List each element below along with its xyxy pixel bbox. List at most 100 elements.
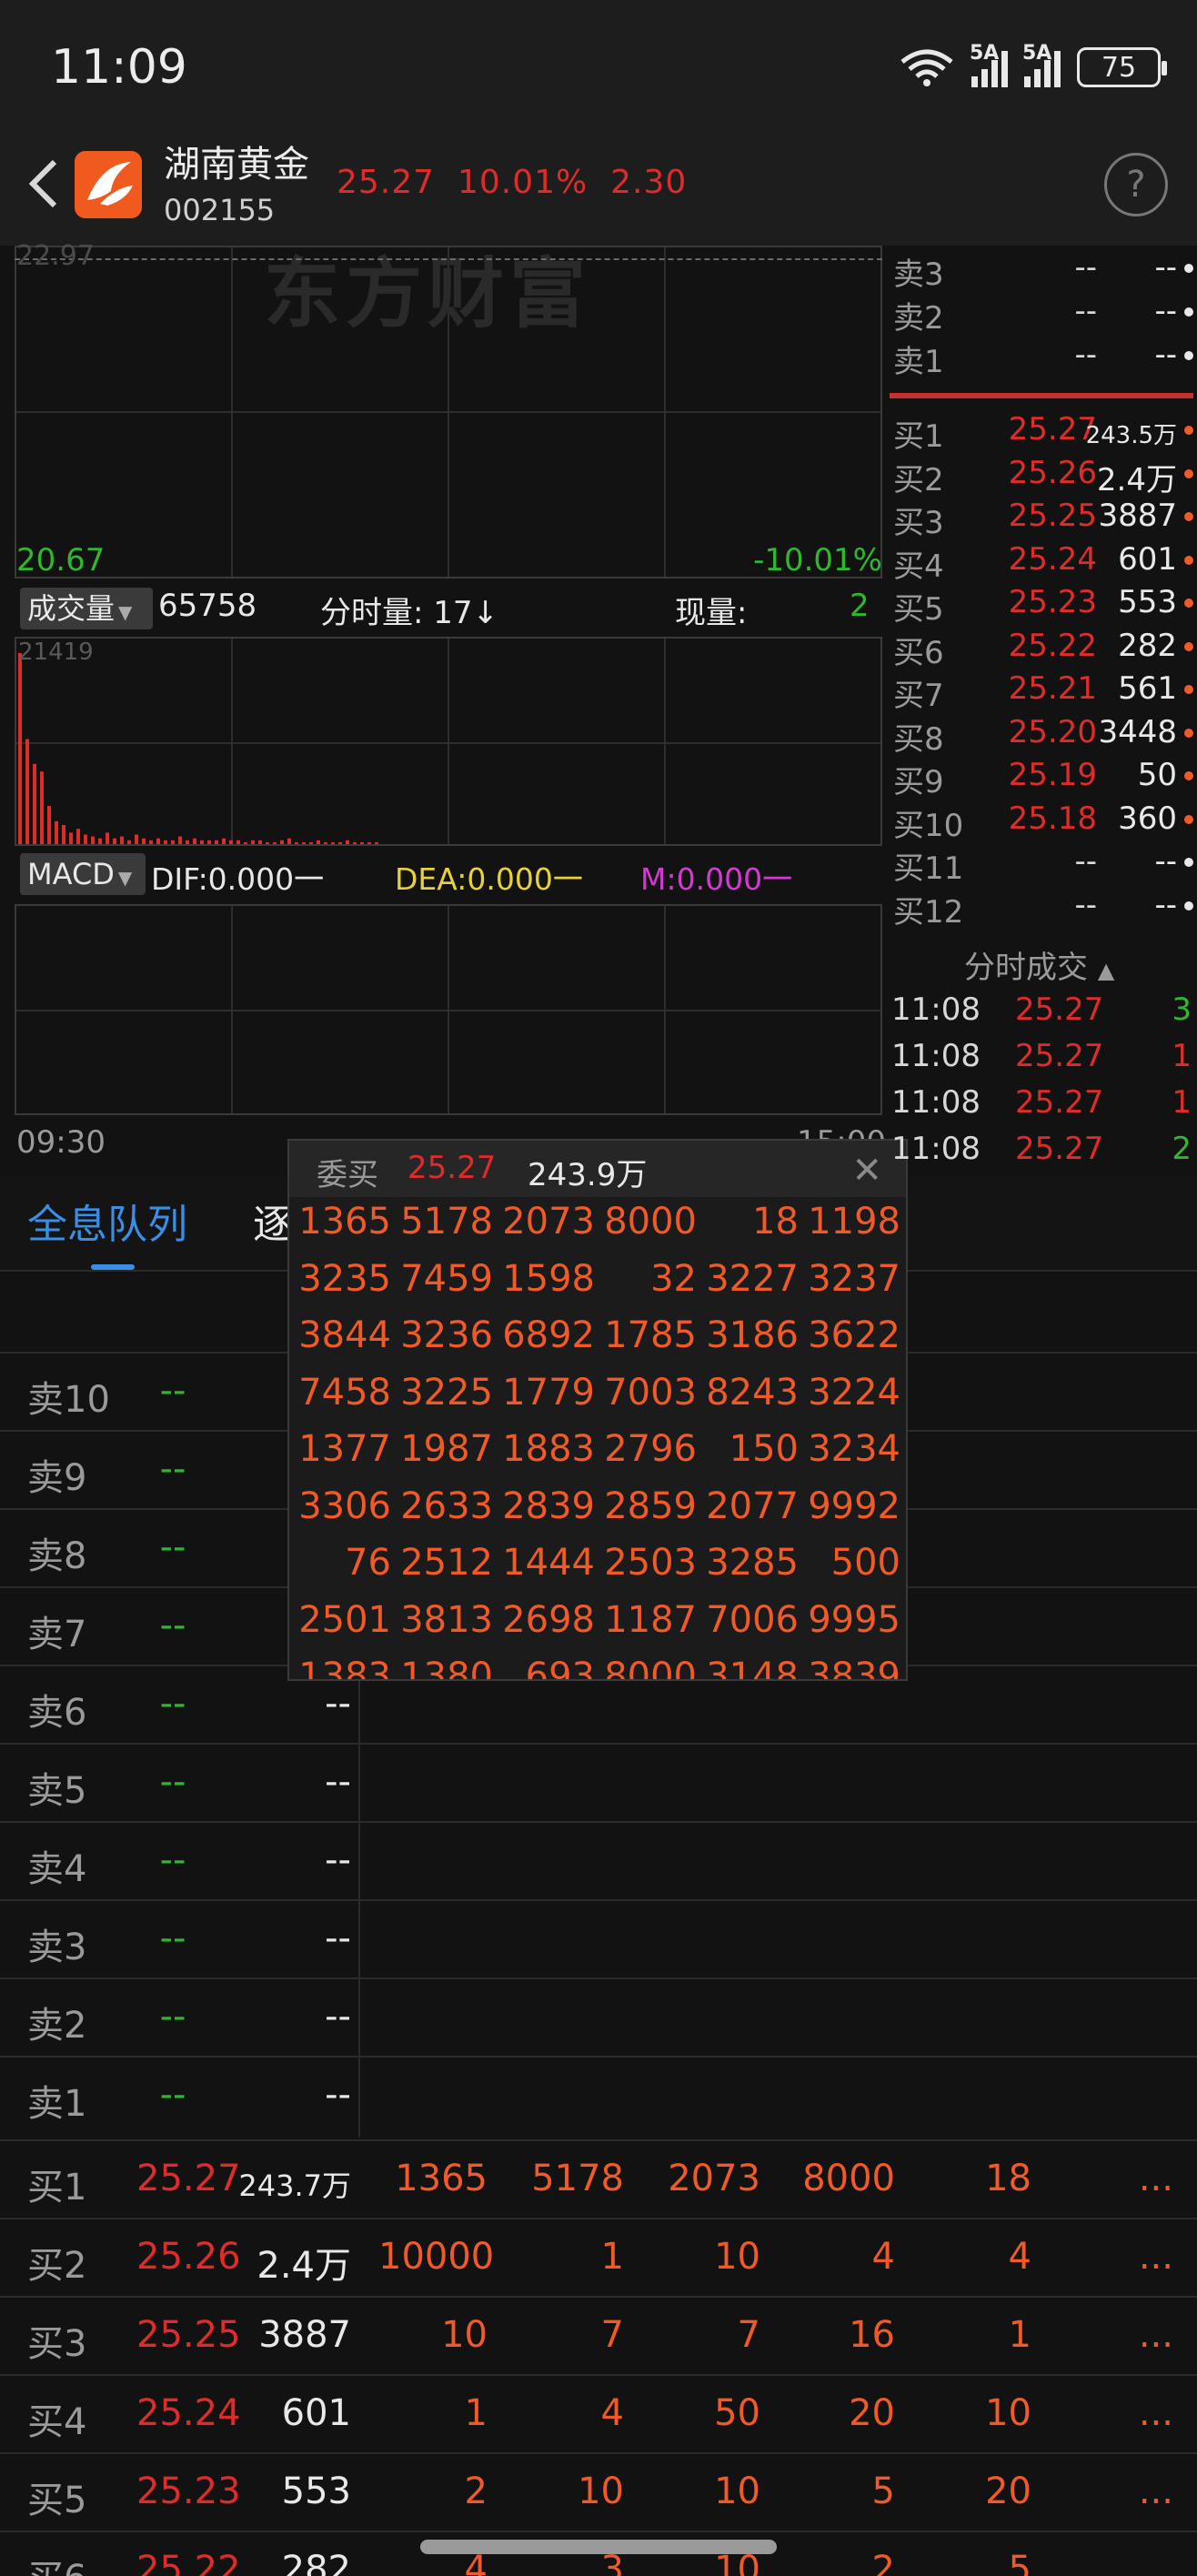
popup-order: 9995 — [808, 1598, 900, 1641]
bid-row[interactable]: 买3 25.25 3887 — [888, 494, 1197, 541]
bid-row[interactable]: 买5 25.23 553 — [888, 580, 1197, 628]
book-volume: 561 — [1118, 670, 1177, 707]
popup-order: 9992 — [808, 1484, 900, 1527]
bid-row[interactable]: 买12 -- -- — [888, 883, 1197, 931]
queue-ask-row[interactable]: 卖4 -- -- — [0, 1821, 1197, 1899]
bid-row[interactable]: 买11 -- -- — [888, 840, 1197, 887]
queue-bid-row[interactable]: 买4 25.24 601 1 4 50 20 10... — [0, 2374, 1197, 2452]
popup-order: 3306 — [298, 1484, 391, 1527]
popup-order: 6892 — [502, 1314, 595, 1356]
queue-more[interactable]: ... — [1139, 2470, 1173, 2512]
volume-bar — [149, 840, 153, 844]
queue-order: 1 — [600, 2236, 624, 2278]
volume-bar — [215, 840, 218, 844]
volume-bar — [229, 840, 233, 844]
trade-row: 11:08 25.27 3 — [891, 991, 1197, 1037]
bid-row[interactable]: 买9 25.19 50 — [888, 753, 1197, 800]
bid-row[interactable]: 买2 25.26 2.4万 — [888, 451, 1197, 498]
fenshi-volume: 分时量: 17↓ — [320, 595, 499, 631]
queue-divider — [358, 1668, 360, 2138]
ask-row[interactable]: 卖2 -- -- — [888, 289, 1197, 337]
ask-row[interactable]: 卖3 -- -- — [888, 246, 1197, 293]
queue-bid-row[interactable]: 买5 25.23 553 2 10 10 5 20... — [0, 2452, 1197, 2531]
queue-more[interactable]: ... — [1139, 2314, 1173, 2356]
bid-row[interactable]: 买6 25.22 282 — [888, 624, 1197, 671]
queue-bid-row[interactable]: 买1 25.27 243.7万 1365 5178 2073 8000 18... — [0, 2139, 1197, 2218]
bid-row[interactable]: 买10 25.18 360 — [888, 797, 1197, 844]
book-price: 25.18 — [1008, 800, 1097, 837]
trade-time: 11:08 — [891, 1038, 981, 1074]
book-price: 25.22 — [1008, 627, 1097, 664]
queue-more[interactable]: ... — [1139, 2236, 1173, 2278]
queue-label: 卖9 — [27, 1457, 87, 1499]
volume-bar — [113, 838, 116, 844]
volume-bar — [287, 838, 291, 844]
queue-order: 16 — [849, 2314, 895, 2356]
volume-bar — [317, 840, 320, 844]
book-price: 25.19 — [1008, 757, 1097, 793]
book-price: 25.21 — [1008, 670, 1097, 707]
queue-price: -- — [159, 1683, 186, 1725]
macd-selector[interactable]: MACD ▼ — [20, 853, 146, 895]
queue-more[interactable]: ... — [1139, 2158, 1173, 2199]
volume-chart[interactable] — [15, 637, 882, 846]
queue-more[interactable]: ... — [1139, 2392, 1173, 2434]
bid-queue-popup[interactable]: 委买 25.27 243.9万 ✕ 1365 5178 2073 8000 18 1198… — [287, 1139, 908, 1681]
back-arrow-icon[interactable] — [22, 156, 67, 211]
volume-bar — [186, 840, 189, 844]
queue-ask-row[interactable]: 卖1 -- -- — [0, 2056, 1197, 2134]
close-icon[interactable]: ✕ — [851, 1150, 882, 1192]
trade-volume: 1 — [1172, 1084, 1192, 1121]
volume-bar — [193, 838, 196, 844]
status-icons: 5A 5A 75 — [899, 42, 1167, 87]
book-price: 25.23 — [1008, 584, 1097, 620]
book-volume: 282 — [1118, 627, 1177, 664]
queue-label: 卖4 — [27, 1848, 87, 1890]
queue-order: 50 — [714, 2392, 760, 2434]
queue-order: 1 — [1008, 2314, 1031, 2356]
popup-order: 7458 — [298, 1371, 391, 1414]
bid-row[interactable]: 买7 25.21 561 — [888, 667, 1197, 714]
volume-bar — [346, 840, 349, 844]
tab-queue[interactable]: 全息队列 — [27, 1192, 187, 1250]
book-label: 买9 — [893, 764, 944, 800]
bid-row[interactable]: 买1 25.27 243.5万 — [888, 408, 1197, 455]
queue-ask-row[interactable]: 卖5 -- -- — [0, 1743, 1197, 1821]
trades-title[interactable]: 分时成交 ▲ — [964, 942, 1114, 987]
book-divider — [890, 393, 1193, 398]
popup-order: 3186 — [706, 1314, 799, 1356]
queue-ask-row[interactable]: 卖2 -- -- — [0, 1977, 1197, 2056]
popup-order: 1987 — [400, 1428, 493, 1470]
bid-row[interactable]: 买4 25.24 601 — [888, 538, 1197, 585]
book-volume: 243.5万 — [1085, 422, 1177, 449]
volume-bar — [164, 840, 167, 844]
queue-price: -- — [159, 1605, 186, 1646]
popup-price: 25.27 — [407, 1150, 497, 1186]
ask-row[interactable]: 卖1 -- -- — [888, 333, 1197, 380]
book-price: 25.20 — [1008, 713, 1097, 750]
queue-bid-row[interactable]: 买2 25.26 2.4万 10000 1 10 4 4... — [0, 2218, 1197, 2296]
battery-icon: 75 — [1077, 47, 1167, 87]
popup-order: 1198 — [808, 1201, 900, 1243]
queue-price: 25.23 — [136, 2470, 241, 2512]
popup-order: 3227 — [706, 1257, 799, 1300]
help-icon[interactable]: ? — [1104, 153, 1168, 216]
bid-row[interactable]: 买8 25.20 3448 — [888, 710, 1197, 758]
book-dot — [1184, 307, 1193, 317]
volume-bar — [236, 840, 240, 844]
book-volume: 50 — [1137, 757, 1177, 793]
volume-bar — [33, 763, 36, 844]
book-volume: 3887 — [1098, 498, 1177, 534]
queue-bid-row[interactable]: 买3 25.25 3887 10 7 7 16 1... — [0, 2296, 1197, 2374]
queue-volume: 3887 — [258, 2314, 351, 2356]
home-indicator[interactable] — [420, 2540, 777, 2554]
queue-label: 买1 — [27, 2167, 87, 2209]
dropdown-icon: ▼ — [118, 601, 133, 623]
queue-ask-row[interactable]: 卖3 -- -- — [0, 1899, 1197, 1977]
queue-label: 卖10 — [27, 1379, 110, 1421]
volume-selector[interactable]: 成交量 ▼ — [20, 588, 153, 629]
volume-bar — [120, 836, 124, 844]
time-start-label: 09:30 — [16, 1124, 106, 1161]
volume-bar — [171, 840, 175, 844]
macd-chart[interactable] — [15, 904, 882, 1115]
